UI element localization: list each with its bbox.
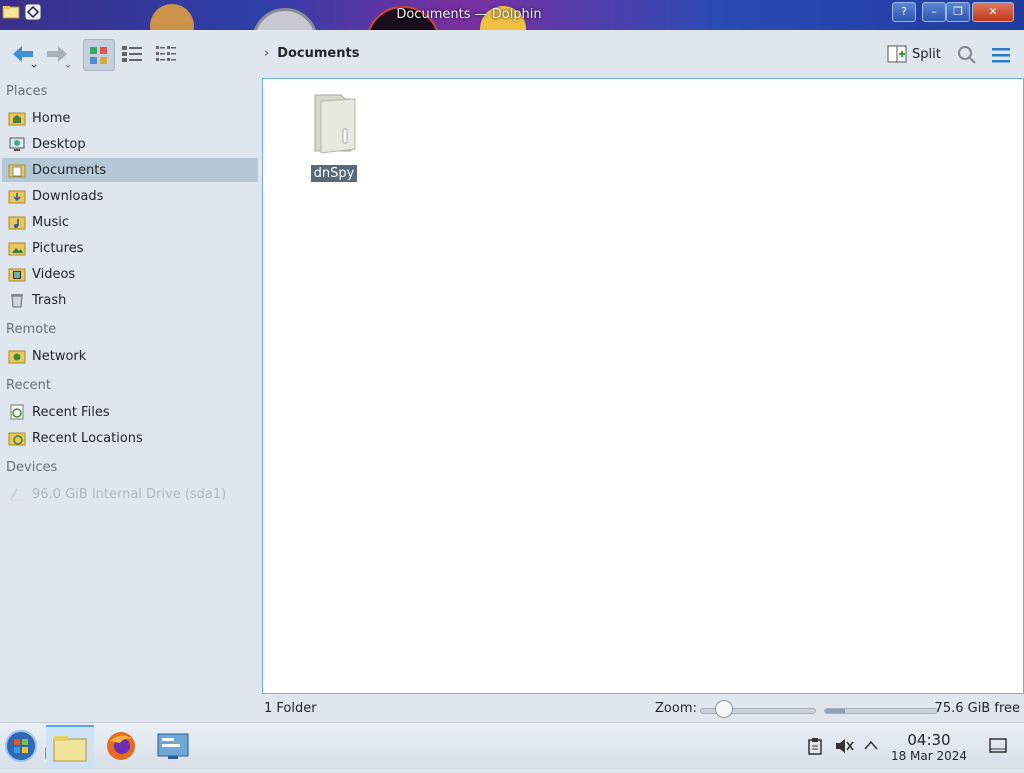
compact-view-icon[interactable] bbox=[151, 39, 181, 69]
pictures-folder-icon bbox=[8, 242, 26, 256]
zoom-slider-handle[interactable] bbox=[714, 700, 733, 718]
item-count: 1 Folder bbox=[264, 701, 317, 716]
window-title: Documents — Dolphin bbox=[396, 7, 542, 22]
help-button[interactable]: ? bbox=[892, 2, 916, 22]
split-view-icon bbox=[887, 45, 907, 63]
split-button[interactable]: Split bbox=[886, 42, 941, 66]
chevron-right-icon: › bbox=[264, 46, 270, 61]
sidebar-item-label: Desktop bbox=[32, 136, 86, 152]
sidebar-item-label: Pictures bbox=[32, 240, 84, 256]
file-manager-icon bbox=[53, 736, 87, 762]
sidebar-item-downloads[interactable]: Downloads bbox=[2, 184, 258, 208]
disk-usage-bar bbox=[824, 708, 938, 714]
sidebar-item-recent-locations[interactable]: Recent Locations bbox=[2, 426, 258, 450]
sidebar-item-label: 96.0 GiB Internal Drive (sda1) bbox=[32, 486, 227, 502]
sidebar-item-label: Network bbox=[32, 348, 87, 364]
sidebar-item-label: Recent Locations bbox=[32, 430, 143, 446]
sidebar-item-desktop[interactable]: Desktop bbox=[2, 132, 258, 156]
sidebar-item-label: Videos bbox=[32, 266, 76, 282]
desktop-icon bbox=[9, 137, 25, 151]
sidebar-item-label: Music bbox=[32, 214, 69, 230]
search-icon[interactable] bbox=[956, 44, 978, 66]
show-desktop-icon[interactable] bbox=[988, 737, 1008, 755]
arrow-left-icon[interactable] bbox=[8, 39, 38, 69]
details-view-icon[interactable] bbox=[117, 39, 147, 69]
file-view[interactable]: dnSpy bbox=[262, 78, 1024, 694]
places-panel: Places Home Desktop Documents Downloads … bbox=[0, 78, 260, 718]
sidebar-item-label: Documents bbox=[32, 162, 107, 178]
trash-icon bbox=[11, 294, 23, 308]
close-button[interactable]: ✕ bbox=[972, 2, 1014, 22]
clock[interactable]: 04:30 18 Mar 2024 bbox=[886, 731, 972, 763]
split-label: Split bbox=[912, 46, 941, 62]
system-settings-icon[interactable] bbox=[154, 727, 192, 765]
volume-muted-icon[interactable] bbox=[834, 737, 854, 755]
folder-icon bbox=[314, 94, 356, 154]
section-places: Places bbox=[6, 84, 48, 99]
sidebar-item-trash[interactable]: Trash bbox=[2, 288, 258, 312]
recent-locations-icon bbox=[8, 432, 26, 446]
sidebar-item-network[interactable]: Network bbox=[2, 344, 258, 368]
section-recent: Recent bbox=[6, 378, 51, 393]
section-remote: Remote bbox=[6, 322, 57, 337]
free-space-label: 75.6 GiB free bbox=[934, 701, 1020, 716]
status-bar: 1 Folder Zoom: 75.6 GiB free bbox=[0, 696, 1024, 722]
recent-files-icon bbox=[10, 404, 24, 420]
start-menu-icon[interactable] bbox=[2, 727, 40, 765]
videos-folder-icon bbox=[8, 268, 26, 282]
section-devices: Devices bbox=[6, 460, 58, 475]
sidebar-item-music[interactable]: Music bbox=[2, 210, 258, 234]
sidebar-item-label: Trash bbox=[32, 292, 67, 308]
window-titlebar[interactable]: Documents — Dolphin ? – ❐ ✕ bbox=[0, 0, 1024, 30]
network-folder-icon bbox=[8, 350, 26, 364]
main-toolbar: › Documents Split bbox=[0, 30, 1024, 78]
documents-folder-icon bbox=[8, 164, 26, 178]
sidebar-item-videos[interactable]: Videos bbox=[2, 262, 258, 286]
breadcrumb[interactable]: › Documents bbox=[264, 46, 359, 61]
sidebar-item-documents[interactable]: Documents bbox=[2, 158, 258, 182]
hamburger-menu-icon[interactable] bbox=[990, 44, 1012, 66]
icons-view-icon[interactable] bbox=[83, 39, 115, 71]
breadcrumb-documents[interactable]: Documents bbox=[277, 46, 359, 61]
music-folder-icon bbox=[8, 216, 26, 230]
sidebar-item-internal-drive[interactable]: 96.0 GiB Internal Drive (sda1) bbox=[2, 482, 258, 506]
sidebar-item-recent-files[interactable]: Recent Files bbox=[2, 400, 258, 424]
file-name: dnSpy bbox=[310, 165, 358, 182]
downloads-folder-icon bbox=[8, 190, 26, 204]
sidebar-item-pictures[interactable]: Pictures bbox=[2, 236, 258, 260]
minimize-button[interactable]: – bbox=[922, 2, 946, 22]
maximize-button[interactable]: ❐ bbox=[946, 2, 970, 22]
drive-icon bbox=[10, 488, 24, 501]
disk-usage-fill bbox=[825, 709, 846, 713]
file-item-dnspy[interactable]: dnSpy bbox=[303, 89, 365, 182]
chevron-up-icon[interactable] bbox=[864, 739, 878, 751]
arrow-right-icon[interactable] bbox=[42, 39, 72, 69]
sidebar-item-label: Recent Files bbox=[32, 404, 110, 420]
sidebar-item-label: Home bbox=[32, 110, 71, 126]
firefox-icon[interactable] bbox=[102, 727, 140, 765]
taskbar-item-dolphin[interactable] bbox=[46, 725, 94, 769]
sidebar-item-home[interactable]: Home bbox=[2, 106, 258, 130]
clipboard-icon[interactable] bbox=[806, 737, 824, 755]
home-folder-icon bbox=[8, 112, 26, 126]
clock-date: 18 Mar 2024 bbox=[890, 749, 968, 763]
sidebar-item-label: Downloads bbox=[32, 188, 104, 204]
zoom-label: Zoom: bbox=[655, 701, 697, 716]
clock-time: 04:30 bbox=[907, 731, 951, 749]
taskbar: 04:30 18 Mar 2024 bbox=[0, 722, 1024, 769]
